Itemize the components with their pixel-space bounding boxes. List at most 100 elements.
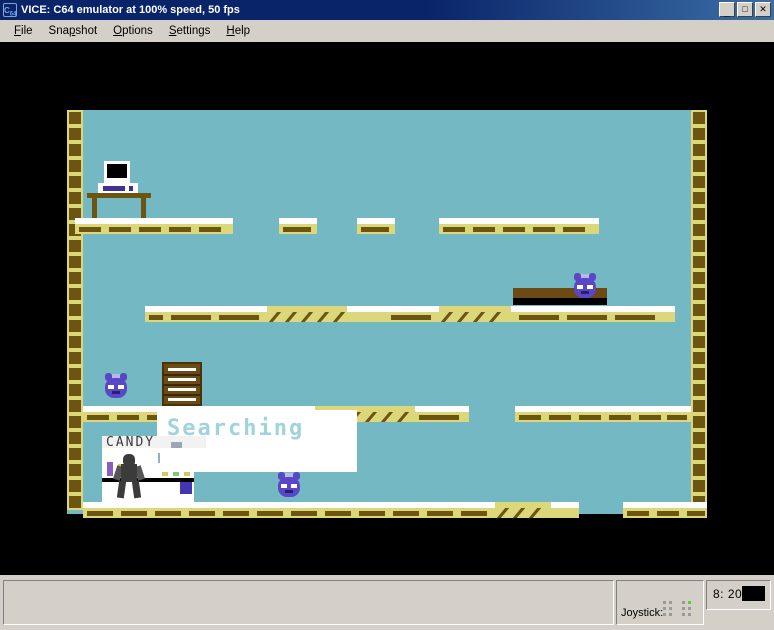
wall-brick xyxy=(67,446,83,462)
menu-item-snapshot[interactable]: Snapshot xyxy=(41,23,106,39)
platform-row2 xyxy=(145,306,675,322)
wall-brick xyxy=(67,238,83,254)
wall-brick xyxy=(691,286,707,302)
drive-led-icon xyxy=(742,586,765,601)
wall-brick xyxy=(691,350,707,366)
wall-brick xyxy=(691,446,707,462)
wall-brick xyxy=(691,270,707,286)
menu-label-snapshot-post: shot xyxy=(75,25,98,37)
close-icon: ✕ xyxy=(759,4,767,14)
wall-brick xyxy=(67,254,83,270)
wall-brick xyxy=(691,302,707,318)
platform-row1-c xyxy=(357,218,395,234)
input-value: CANDY xyxy=(106,435,156,450)
wall-brick xyxy=(67,414,83,430)
monitor-screen-1 xyxy=(107,164,127,178)
wall-brick xyxy=(691,222,707,238)
wall-brick xyxy=(67,174,83,190)
player-sprite[interactable] xyxy=(113,454,145,499)
menubar: File Snapshot Options Settings Help xyxy=(0,20,774,42)
minimize-icon: _ xyxy=(723,6,731,18)
menu-label-snapshot-pre: Sna xyxy=(48,25,70,37)
wall-brick xyxy=(67,110,83,126)
wall-left xyxy=(67,110,83,510)
wall-brick xyxy=(67,334,83,350)
filing-cabinet[interactable] xyxy=(162,362,202,406)
floor-left xyxy=(83,502,579,518)
menu-label-help: elp xyxy=(234,25,251,37)
platform-row3-d xyxy=(515,406,691,422)
wall-brick xyxy=(691,366,707,382)
joystick-panel[interactable]: Joystick: xyxy=(616,580,704,625)
wall-brick xyxy=(691,254,707,270)
wall-brick xyxy=(67,158,83,174)
text-cursor xyxy=(171,442,182,448)
emulator-display[interactable]: Searching CANDY xyxy=(0,42,774,575)
wall-brick xyxy=(67,270,83,286)
wall-brick xyxy=(691,110,707,126)
game-viewport[interactable]: Searching CANDY xyxy=(67,110,707,518)
wall-brick xyxy=(67,350,83,366)
wall-brick xyxy=(67,382,83,398)
computer-top-left[interactable] xyxy=(98,161,138,193)
wall-brick xyxy=(67,366,83,382)
minimize-button[interactable]: _ xyxy=(719,2,735,18)
wall-right xyxy=(691,110,707,510)
c64-screen[interactable]: Searching CANDY xyxy=(67,110,707,518)
monster-sprite-3[interactable] xyxy=(276,471,302,499)
wall-brick xyxy=(67,302,83,318)
menu-label-options: ptions xyxy=(122,25,153,37)
wall-brick xyxy=(691,382,707,398)
floor-right xyxy=(623,502,707,518)
platform-row1-b xyxy=(279,218,317,234)
wall-brick xyxy=(67,494,83,510)
wall-brick xyxy=(67,190,83,206)
menu-item-file[interactable]: File xyxy=(6,23,41,39)
wall-brick xyxy=(67,318,83,334)
joystick-label: Joystick: xyxy=(621,607,664,619)
wall-brick xyxy=(691,142,707,158)
conveyor-row2-b xyxy=(439,306,511,322)
monster-sprite-1[interactable] xyxy=(572,272,598,300)
wall-brick xyxy=(67,286,83,302)
wall-brick xyxy=(691,174,707,190)
wall-brick xyxy=(67,126,83,142)
conveyor-row2-a xyxy=(267,306,347,322)
menu-item-settings[interactable]: Settings xyxy=(161,23,219,39)
wall-brick xyxy=(67,478,83,494)
menu-label-file: ile xyxy=(21,25,33,37)
vice-app-icon: C64 xyxy=(3,3,17,18)
menu-item-options[interactable]: Options xyxy=(105,23,161,39)
joystick-indicator xyxy=(661,601,697,617)
wall-brick xyxy=(691,206,707,222)
input-caret-bar xyxy=(158,453,160,463)
wall-brick xyxy=(691,318,707,334)
wall-brick xyxy=(691,398,707,414)
maximize-button[interactable]: □ xyxy=(737,2,753,17)
platform-row1-a xyxy=(75,218,233,234)
wall-brick xyxy=(67,430,83,446)
desk-top-left xyxy=(87,193,151,218)
monster-sprite-2[interactable] xyxy=(103,372,129,400)
menu-item-help[interactable]: Help xyxy=(218,23,258,39)
maximize-icon: □ xyxy=(742,4,748,14)
wall-brick xyxy=(691,238,707,254)
wall-brick xyxy=(67,142,83,158)
wall-brick xyxy=(691,158,707,174)
platform-row1-d xyxy=(439,218,599,234)
status-message-panel xyxy=(3,580,614,625)
wall-brick xyxy=(691,414,707,430)
close-button[interactable]: ✕ xyxy=(755,2,771,17)
window-controls: _ □ ✕ xyxy=(719,2,771,18)
wall-brick xyxy=(691,478,707,494)
wall-brick xyxy=(691,126,707,142)
menu-label-settings-post: ettings xyxy=(176,25,211,37)
drive-status-panel[interactable]: 8: 20.0 xyxy=(706,580,771,610)
conveyor-floor xyxy=(495,502,551,518)
window-titlebar[interactable]: C64 VICE: C64 emulator at 100% speed, 50… xyxy=(0,0,774,20)
statusbar: Joystick: 8: 20.0 xyxy=(0,577,774,630)
wall-brick xyxy=(67,398,83,414)
wall-brick xyxy=(67,462,83,478)
vice-emulator-window: C64 VICE: C64 emulator at 100% speed, 50… xyxy=(0,0,774,630)
window-title: VICE: C64 emulator at 100% speed, 50 fps xyxy=(21,4,240,16)
